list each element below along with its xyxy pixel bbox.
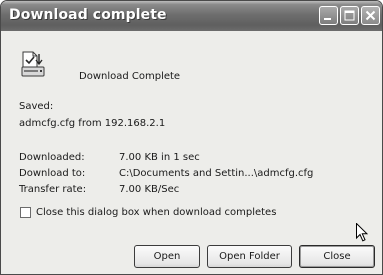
minimize-icon — [324, 18, 331, 20]
open-button[interactable]: Open — [134, 245, 200, 268]
download-to-label: Download to: — [19, 168, 86, 179]
title-bar[interactable]: Download complete — [1, 1, 382, 31]
minimize-button[interactable] — [319, 6, 338, 25]
maximize-icon — [344, 10, 355, 21]
close-window-button[interactable] — [361, 6, 380, 25]
close-icon — [365, 10, 376, 21]
saved-label: Saved: — [19, 101, 54, 112]
maximize-button[interactable] — [340, 6, 359, 25]
download-to-value: C:\Documents and Settin...\admcfg.cfg — [119, 168, 314, 179]
open-folder-button[interactable]: Open Folder — [207, 245, 292, 268]
dialog-body: Download Complete Saved: admcfg.cfg from… — [4, 31, 379, 271]
close-when-done-label[interactable]: Close this dialog box when download comp… — [36, 207, 276, 218]
file-download-icon — [21, 51, 45, 77]
download-heading: Download Complete — [79, 71, 181, 82]
close-when-done-checkbox[interactable] — [20, 207, 31, 218]
saved-value: admcfg.cfg from 192.168.2.1 — [19, 118, 166, 129]
transfer-rate-value: 7.00 KB/Sec — [119, 184, 180, 195]
window-title: Download complete — [9, 7, 167, 23]
download-complete-dialog: Download complete Download Complete Save… — [0, 0, 383, 275]
close-button[interactable]: Close — [299, 245, 375, 268]
transfer-rate-label: Transfer rate: — [19, 184, 87, 195]
downloaded-label: Downloaded: — [19, 152, 85, 163]
mouse-pointer-icon — [356, 223, 368, 242]
downloaded-value: 7.00 KB in 1 sec — [119, 152, 200, 163]
